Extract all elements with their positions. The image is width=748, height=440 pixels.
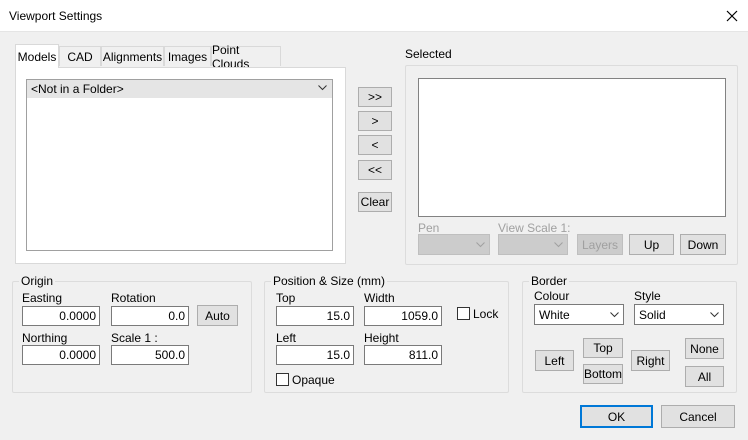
selected-label: Selected [405,47,452,61]
auto-button[interactable]: Auto [197,305,238,326]
style-label: Style [634,289,661,303]
chevron-down-icon [710,312,719,318]
left-label: Left [276,331,297,345]
view-scale-label: View Scale 1: [498,221,571,235]
border-left-button[interactable]: Left [535,350,574,371]
height-field[interactable]: 811.0 [364,345,442,365]
colour-select[interactable]: White [534,304,624,325]
top-field[interactable]: 15.0 [276,306,354,326]
tab-label: CAD [67,49,93,64]
chevron-down-icon [610,312,619,318]
tab-label: Models [17,49,57,64]
add-all-button[interactable]: >> [358,87,392,107]
window-title: Viewport Settings [9,9,103,23]
folder-select-value: <Not in a Folder> [31,82,124,96]
close-icon [726,10,738,22]
style-select-value: Solid [639,308,666,322]
northing-field[interactable]: 0.0000 [22,345,100,365]
pen-select[interactable] [418,234,490,255]
left-field[interactable]: 15.0 [276,345,354,365]
easting-field[interactable]: 0.0000 [22,306,100,326]
border-label: Border [529,274,570,288]
tab-cad[interactable]: CAD [59,46,101,66]
height-label: Height [364,331,399,345]
clear-button[interactable]: Clear [358,192,392,212]
border-top-button[interactable]: Top [583,338,623,358]
up-button[interactable]: Up [629,234,674,255]
rotation-field[interactable]: 0.0 [111,306,189,326]
tab-images[interactable]: Images [164,46,211,66]
tab-models[interactable]: Models [15,44,59,68]
selected-list[interactable] [418,78,726,217]
tab-alignments[interactable]: Alignments [101,46,164,66]
remove-button[interactable]: < [358,135,392,155]
folder-select[interactable]: <Not in a Folder> [26,79,333,99]
origin-label: Origin [19,274,56,288]
view-scale-select[interactable] [498,234,568,255]
pen-label: Pen [418,221,440,235]
remove-all-button[interactable]: << [358,160,392,180]
scale-label: Scale 1 : [111,331,158,345]
layers-button[interactable]: Layers [577,234,623,255]
tab-label: Images [167,49,208,64]
ok-button[interactable]: OK [580,405,653,428]
width-label: Width [364,291,395,305]
rotation-label: Rotation [111,291,156,305]
style-select[interactable]: Solid [634,304,724,325]
chevron-down-icon [476,242,485,248]
lock-label: Lock [473,307,499,321]
border-right-button[interactable]: Right [631,350,670,371]
border-all-button[interactable]: All [685,366,724,387]
width-field[interactable]: 1059.0 [364,306,442,326]
cancel-button[interactable]: Cancel [661,405,735,428]
opaque-checkbox[interactable] [276,373,289,386]
northing-label: Northing [22,331,68,345]
top-label: Top [276,291,296,305]
scale-field[interactable]: 500.0 [111,345,189,365]
colour-select-value: White [539,308,570,322]
tab-point-clouds[interactable]: Point Clouds [211,43,281,71]
border-none-button[interactable]: None [685,338,724,359]
tab-label: Alignments [102,49,163,64]
border-bottom-button[interactable]: Bottom [583,364,623,384]
chevron-down-icon [318,85,327,91]
models-list[interactable] [26,98,333,251]
down-button[interactable]: Down [680,234,726,255]
chevron-down-icon [554,242,563,248]
easting-label: Easting [22,291,63,305]
lock-checkbox[interactable] [457,307,470,320]
close-button[interactable] [718,3,746,29]
add-button[interactable]: > [358,111,392,131]
position-size-label: Position & Size (mm) [271,274,388,288]
opaque-label: Opaque [292,373,335,387]
title-bar: Viewport Settings [0,0,748,32]
colour-label: Colour [534,289,570,303]
